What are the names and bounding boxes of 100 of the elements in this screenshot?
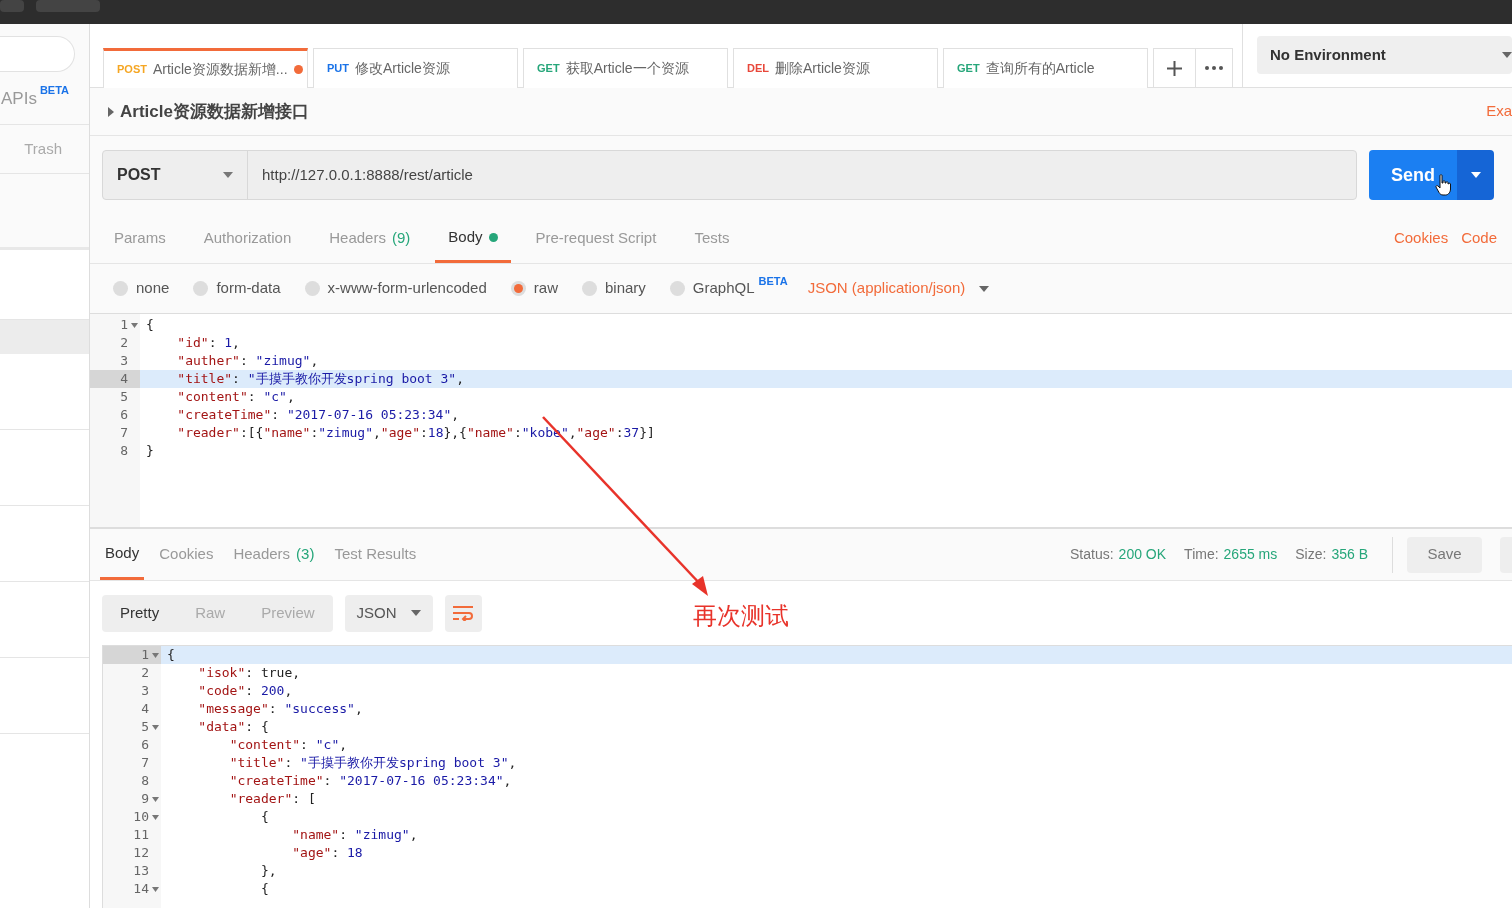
caret-icon — [1470, 172, 1481, 178]
radio-option[interactable]: binary — [581, 277, 646, 300]
stat-value: 200 OK — [1118, 545, 1167, 564]
fold-icon[interactable] — [130, 322, 138, 328]
code-line: { — [259, 808, 270, 826]
tab[interactable]: Body — [100, 529, 145, 580]
code-line: "message": "success", — [197, 700, 364, 718]
request-tab[interactable]: GET 查询所有的Article — [943, 48, 1148, 88]
radio-option[interactable]: GraphQL BETA — [669, 277, 788, 300]
code-line: { — [145, 316, 155, 334]
plus-icon — [1167, 60, 1182, 76]
line-number: 12 — [133, 844, 149, 862]
caret-icon — [979, 285, 990, 292]
code-line: "content": "c", — [176, 388, 296, 406]
more-icon — [1205, 66, 1223, 70]
send-button[interactable]: Send — [1369, 150, 1457, 200]
line-number: 8 — [120, 442, 128, 460]
line-number: 7 — [141, 754, 149, 772]
view-tab[interactable]: Pretty — [102, 594, 178, 632]
tab-title: 查询所有的Article — [985, 59, 1095, 78]
line-number: 11 — [133, 826, 149, 844]
code-line: "reader": [ — [228, 790, 317, 808]
line-number: 4 — [141, 700, 149, 718]
code-line: "age": 18 — [291, 844, 364, 862]
code-line: } — [145, 442, 155, 460]
search-field[interactable] — [0, 36, 75, 72]
send-options-button[interactable] — [1457, 150, 1494, 200]
line-number: 3 — [120, 352, 128, 370]
request-tab[interactable]: PUT 修改Article资源 — [313, 48, 518, 88]
line-number: 7 — [120, 424, 128, 442]
radio-option[interactable]: none — [113, 277, 170, 300]
wrap-lines-button[interactable] — [444, 594, 482, 632]
radio-option[interactable]: form-data — [193, 277, 281, 300]
code-line: }, — [259, 862, 278, 880]
sidebar-item[interactable] — [0, 354, 89, 430]
code-line: "createTime": "2017-07-16 05:23:34", — [228, 772, 513, 790]
sidebar-item[interactable] — [0, 658, 89, 734]
environment-select[interactable]: No Environment — [1257, 36, 1512, 74]
stat-label: Status: — [1070, 545, 1114, 564]
line-number: 2 — [141, 664, 149, 682]
sidebar-item[interactable] — [0, 734, 89, 908]
code-line: "code": 200, — [197, 682, 294, 700]
stat-value: 2655 ms — [1223, 545, 1278, 564]
request-tab[interactable]: POST Article资源数据新增... — [103, 48, 308, 88]
radio-option[interactable]: raw — [510, 277, 558, 300]
fold-icon[interactable] — [151, 814, 159, 820]
annotation-text: 再次测试 — [693, 602, 789, 631]
code-line: "content": "c", — [228, 736, 349, 754]
expand-icon[interactable] — [108, 106, 114, 117]
request-tab[interactable]: DEL 删除Article资源 — [733, 48, 938, 88]
line-number: 10 — [133, 808, 149, 826]
fold-icon[interactable] — [151, 886, 159, 892]
method-label: PUT — [327, 61, 349, 77]
stat-label: Size: — [1295, 545, 1327, 564]
radio-option[interactable]: x-www-form-urlencoded — [304, 277, 487, 300]
save-button[interactable]: Save — [1407, 536, 1482, 573]
sidebar-item[interactable] — [0, 506, 89, 582]
fold-icon[interactable] — [151, 652, 159, 658]
code-line: "title": "手摸手教你开发spring boot 3", — [228, 754, 518, 772]
line-number: 14 — [133, 880, 149, 898]
stat-label: Time: — [1184, 545, 1219, 564]
request-tab[interactable]: GET 获取Article一个资源 — [523, 48, 728, 88]
tab-title: 删除Article资源 — [775, 59, 870, 78]
line-number: 5 — [141, 718, 149, 736]
code-line: "name": "zimug", — [291, 826, 419, 844]
method-label: POST — [117, 62, 147, 78]
caret-icon — [410, 610, 421, 616]
sidebar-item[interactable] — [0, 320, 89, 354]
sidebar-item[interactable] — [0, 250, 89, 320]
fold-icon[interactable] — [151, 724, 159, 730]
fold-icon[interactable] — [151, 796, 159, 802]
method-label: GET — [957, 61, 980, 77]
code-line: "createTime": "2017-07-16 05:23:34", — [176, 406, 461, 424]
line-number: 9 — [141, 790, 149, 808]
line-number: 1 — [120, 316, 128, 334]
tab-title: 获取Article一个资源 — [565, 59, 689, 78]
sidebar-item[interactable] — [0, 430, 89, 506]
sidebar-item[interactable] — [0, 582, 89, 658]
line-number: 6 — [141, 736, 149, 754]
code-line: { — [259, 880, 270, 898]
code-line: "auther": "zimug", — [176, 352, 320, 370]
hand-cursor-icon — [1435, 174, 1452, 196]
tab-title: Article资源数据新增... — [152, 60, 288, 79]
line-number: 8 — [141, 772, 149, 790]
line-number: 1 — [141, 646, 149, 664]
line-number: 13 — [133, 862, 149, 880]
tab-title: 修改Article资源 — [355, 59, 450, 78]
line-number: 6 — [120, 406, 128, 424]
line-number: 5 — [120, 388, 128, 406]
line-number: 3 — [141, 682, 149, 700]
line-number: 4 — [120, 370, 128, 388]
method-label: GET — [537, 61, 560, 77]
code-line: "id": 1, — [176, 334, 241, 352]
line-number: 2 — [120, 334, 128, 352]
beta-label: BETA — [39, 83, 70, 98]
code-line: "data": { — [197, 718, 270, 736]
format-select[interactable]: JSON — [344, 594, 433, 632]
request-title: Article资源数据新增接口 — [120, 100, 309, 123]
code-line: "isok": true, — [197, 664, 302, 682]
stat-value: 356 B — [1331, 545, 1368, 564]
